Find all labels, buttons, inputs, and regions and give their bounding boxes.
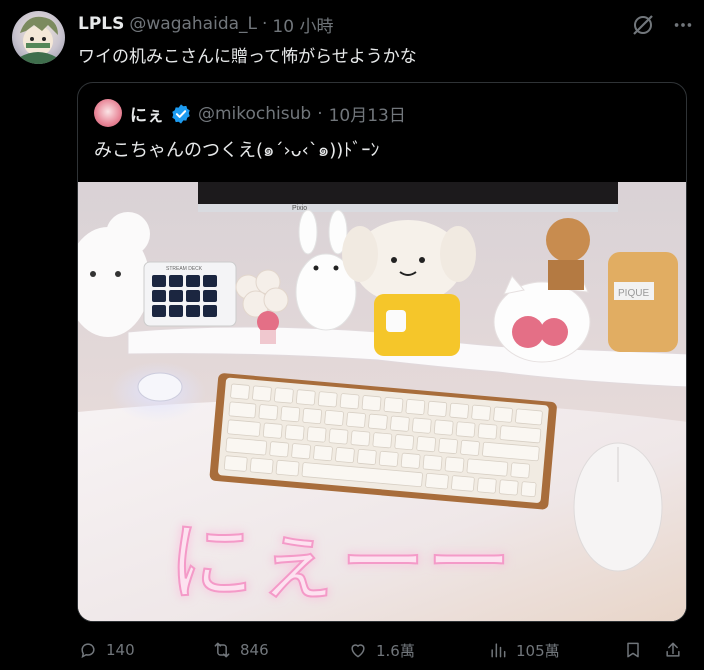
- share-icon: [666, 642, 680, 657]
- grok-icon[interactable]: [630, 12, 656, 38]
- retweet-button[interactable]: 846: [212, 636, 269, 664]
- tweet-header: LPLS @wagahaida_L · 10 小時: [78, 10, 333, 38]
- like-button[interactable]: 1.6萬: [348, 636, 415, 664]
- retweet-count: 846: [240, 641, 269, 659]
- quote-tweet[interactable]: にぇ @mikochisub · 10月13日 みこちゃんのつくえ(๑´›ᴗ‹`…: [77, 82, 687, 622]
- quote-date[interactable]: 10月13日: [329, 101, 406, 126]
- mug-label: PIQUE: [618, 288, 649, 299]
- like-count: 1.6萬: [376, 641, 415, 660]
- reply-icon: [81, 643, 95, 659]
- avatar[interactable]: [12, 11, 65, 64]
- views-count: 105萬: [516, 641, 560, 660]
- user-handle[interactable]: @wagahaida_L: [129, 14, 257, 34]
- stream-deck-label: STREAM DECK: [166, 266, 203, 272]
- bookmark-button[interactable]: [623, 636, 643, 664]
- timestamp[interactable]: 10 小時: [272, 12, 333, 37]
- quote-avatar[interactable]: [94, 99, 122, 127]
- photo-overlay-text: にぇーー: [168, 513, 512, 613]
- quote-text: みこちゃんのつくえ(๑´›ᴗ‹`๑))ﾄﾞｰﾝ: [94, 140, 380, 161]
- share-button[interactable]: [663, 636, 683, 664]
- reply-button[interactable]: 140: [78, 636, 135, 664]
- desk-photo[interactable]: Pixio STREAM DECK PIQUE にぇーー: [78, 182, 686, 621]
- quote-header: にぇ @mikochisub · 10月13日: [130, 101, 406, 127]
- like-icon: [351, 644, 365, 658]
- tweet-text: ワイの机みこさんに贈って怖がらせようかな: [78, 47, 417, 67]
- bookmark-icon: [627, 642, 639, 658]
- action-bar: 140 846 1.6萬 105萬: [78, 636, 688, 664]
- separator-dot: ·: [317, 103, 323, 124]
- display-name[interactable]: LPLS: [78, 14, 124, 34]
- views-button[interactable]: 105萬: [488, 636, 560, 664]
- separator-dot: ·: [262, 14, 268, 34]
- quote-handle[interactable]: @mikochisub: [198, 104, 311, 124]
- reply-count: 140: [106, 641, 135, 659]
- views-icon: [491, 643, 506, 658]
- more-icon[interactable]: [670, 12, 696, 38]
- quote-display-name[interactable]: にぇ: [130, 101, 164, 126]
- retweet-icon: [214, 642, 230, 658]
- verified-badge-icon: [172, 103, 190, 124]
